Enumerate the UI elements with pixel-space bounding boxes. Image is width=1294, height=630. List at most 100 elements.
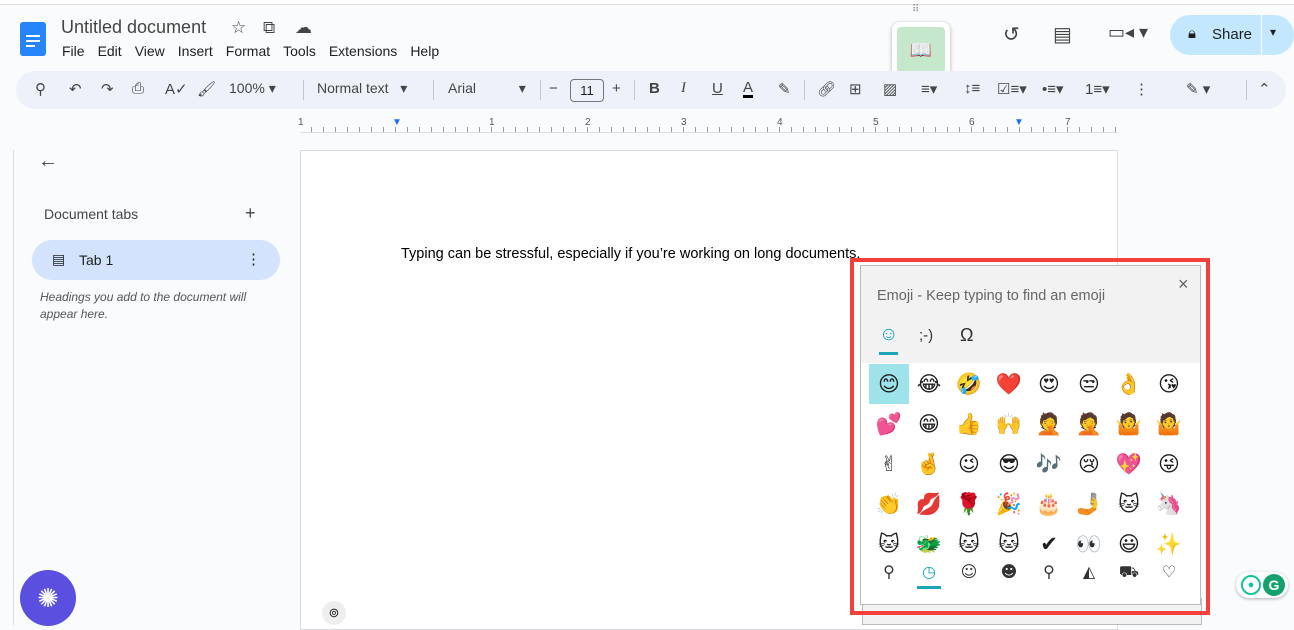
docs-logo-icon[interactable]: [20, 22, 46, 56]
category-travel-icon[interactable]: ⛟: [1109, 562, 1149, 589]
menu-tools[interactable]: Tools: [283, 43, 316, 59]
emoji-item[interactable]: 😂: [909, 364, 949, 404]
category-recent-icon[interactable]: ◷: [917, 562, 941, 589]
emoji-item[interactable]: 😉: [949, 444, 989, 484]
emoji-item[interactable]: 👏: [869, 484, 909, 524]
emoji-item[interactable]: 🐱: [869, 524, 909, 564]
increase-font-button[interactable]: +: [612, 80, 621, 97]
assistant-fab[interactable]: ✺: [20, 570, 76, 626]
menu-format[interactable]: Format: [226, 43, 270, 59]
tab-1[interactable]: ▤ Tab 1 ⋮: [32, 240, 280, 280]
category-smileys-icon[interactable]: ☺: [949, 562, 989, 589]
numbered-list-icon[interactable]: 1≡▾: [1085, 80, 1110, 98]
emoji-item[interactable]: 😎: [989, 444, 1029, 484]
bulleted-list-icon[interactable]: •≡▾: [1042, 80, 1064, 98]
category-food-icon[interactable]: ◭: [1069, 562, 1109, 589]
emoji-item[interactable]: 😢: [1069, 444, 1109, 484]
emoji-item[interactable]: 👀: [1069, 524, 1109, 564]
zoom-select[interactable]: 100% ▾: [229, 80, 276, 97]
emoji-item[interactable]: ✌: [869, 444, 909, 484]
indent-marker-icon[interactable]: ▼: [392, 117, 402, 128]
emoji-item[interactable]: 😃: [1109, 524, 1149, 564]
bold-icon[interactable]: B: [649, 80, 660, 97]
fingerprint-icon[interactable]: ⊚: [322, 601, 346, 625]
emoji-item[interactable]: 🐱: [1109, 484, 1149, 524]
document-title[interactable]: Untitled document: [61, 17, 206, 38]
comments-icon[interactable]: ▤: [1053, 22, 1072, 47]
paint-format-icon[interactable]: 🖌︎: [197, 80, 216, 98]
emoji-item[interactable]: 😘: [1149, 364, 1189, 404]
link-icon[interactable]: 🔗︎: [817, 80, 836, 98]
insert-image-icon[interactable]: ▨: [883, 80, 897, 98]
version-history-icon[interactable]: ↺: [1003, 22, 1020, 47]
search-menus-icon[interactable]: ⚲: [35, 80, 46, 98]
horizontal-ruler[interactable]: 1 ▼ 1 2 3 4 5 6 ▼ 7: [298, 117, 1118, 133]
emoji-item[interactable]: 💋: [909, 484, 949, 524]
emoji-item[interactable]: 🎉: [989, 484, 1029, 524]
emoji-item[interactable]: ✔: [1029, 524, 1069, 564]
emoji-item[interactable]: 😜: [1149, 444, 1189, 484]
category-symbols-icon[interactable]: ♡: [1149, 562, 1189, 589]
cloud-saved-icon[interactable]: ☁: [295, 18, 312, 38]
drag-handle-icon[interactable]: ⠿: [912, 4, 919, 15]
menu-file[interactable]: File: [62, 43, 85, 59]
category-people-icon[interactable]: ☻: [989, 562, 1029, 589]
move-folder-icon[interactable]: ⧉: [263, 18, 275, 38]
emoji-item[interactable]: 🤷: [1109, 404, 1149, 444]
emoji-item[interactable]: 👍: [949, 404, 989, 444]
redo-icon[interactable]: ↷: [101, 80, 114, 98]
collapse-toolbar-icon[interactable]: ⌃: [1258, 80, 1271, 98]
underline-icon[interactable]: U: [712, 80, 723, 97]
emoji-tab[interactable]: ☺: [879, 324, 899, 355]
bulb-icon[interactable]: ●: [1241, 575, 1261, 595]
meet-icon[interactable]: ▭◂ ▾: [1108, 22, 1148, 43]
emoji-item[interactable]: 💖: [1109, 444, 1149, 484]
emoji-item[interactable]: 🦄: [1149, 484, 1189, 524]
add-comment-icon[interactable]: ⊞: [849, 80, 862, 98]
emoji-item[interactable]: 🤦: [1029, 404, 1069, 444]
document-text[interactable]: Typing can be stressful, especially if y…: [401, 246, 860, 262]
emoji-item[interactable]: 😒: [1069, 364, 1109, 404]
emoji-item[interactable]: 😊: [869, 364, 909, 404]
menu-extensions[interactable]: Extensions: [329, 43, 397, 59]
right-indent-marker-icon[interactable]: ▼: [1014, 117, 1024, 128]
menu-help[interactable]: Help: [410, 43, 439, 59]
emoji-item[interactable]: 🐱: [949, 524, 989, 564]
undo-icon[interactable]: ↶: [69, 80, 82, 98]
highlight-icon[interactable]: ✎: [778, 80, 791, 98]
emoji-item[interactable]: 🤷: [1149, 404, 1189, 444]
decrease-font-button[interactable]: −: [549, 80, 558, 97]
emoji-item[interactable]: 🎶: [1029, 444, 1069, 484]
print-icon[interactable]: ⎙: [132, 80, 144, 97]
emoji-item[interactable]: ❤️: [989, 364, 1029, 404]
category-search-icon[interactable]: ⚲: [869, 562, 909, 589]
line-spacing-icon[interactable]: ↕≡: [964, 80, 980, 97]
emoji-item[interactable]: 😍: [1029, 364, 1069, 404]
emoji-item[interactable]: 🤞: [909, 444, 949, 484]
font-size-input[interactable]: 11: [570, 79, 604, 102]
share-dropdown-icon[interactable]: ▾: [1270, 25, 1276, 39]
vertical-ruler[interactable]: [0, 150, 14, 625]
font-select[interactable]: Arial ▾: [448, 80, 526, 97]
menu-insert[interactable]: Insert: [178, 43, 213, 59]
grammarly-widget[interactable]: ● G: [1236, 572, 1288, 598]
editing-mode-icon[interactable]: ✎ ▾: [1186, 80, 1210, 98]
tab-options-icon[interactable]: ⋮: [246, 250, 261, 268]
menu-view[interactable]: View: [135, 43, 165, 59]
grammarly-icon[interactable]: G: [1263, 574, 1285, 596]
add-tab-icon[interactable]: +: [245, 203, 256, 224]
spellcheck-icon[interactable]: A✓: [165, 80, 188, 98]
close-icon[interactable]: ×: [1178, 274, 1189, 295]
text-color-icon[interactable]: A: [743, 80, 754, 98]
emoji-item[interactable]: 💕: [869, 404, 909, 444]
emoji-item[interactable]: 🤦: [1069, 404, 1109, 444]
emoji-item[interactable]: ✨: [1149, 524, 1189, 564]
extension-widget[interactable]: 📖: [892, 22, 950, 78]
symbols-tab[interactable]: Ω: [960, 325, 973, 346]
menu-edit[interactable]: Edit: [98, 43, 122, 59]
emoji-item[interactable]: 👌: [1109, 364, 1149, 404]
emoji-item[interactable]: 🐱: [989, 524, 1029, 564]
emoji-item[interactable]: 🌹: [949, 484, 989, 524]
emoji-item[interactable]: 🐲: [909, 524, 949, 564]
emoji-item[interactable]: 🤣: [949, 364, 989, 404]
